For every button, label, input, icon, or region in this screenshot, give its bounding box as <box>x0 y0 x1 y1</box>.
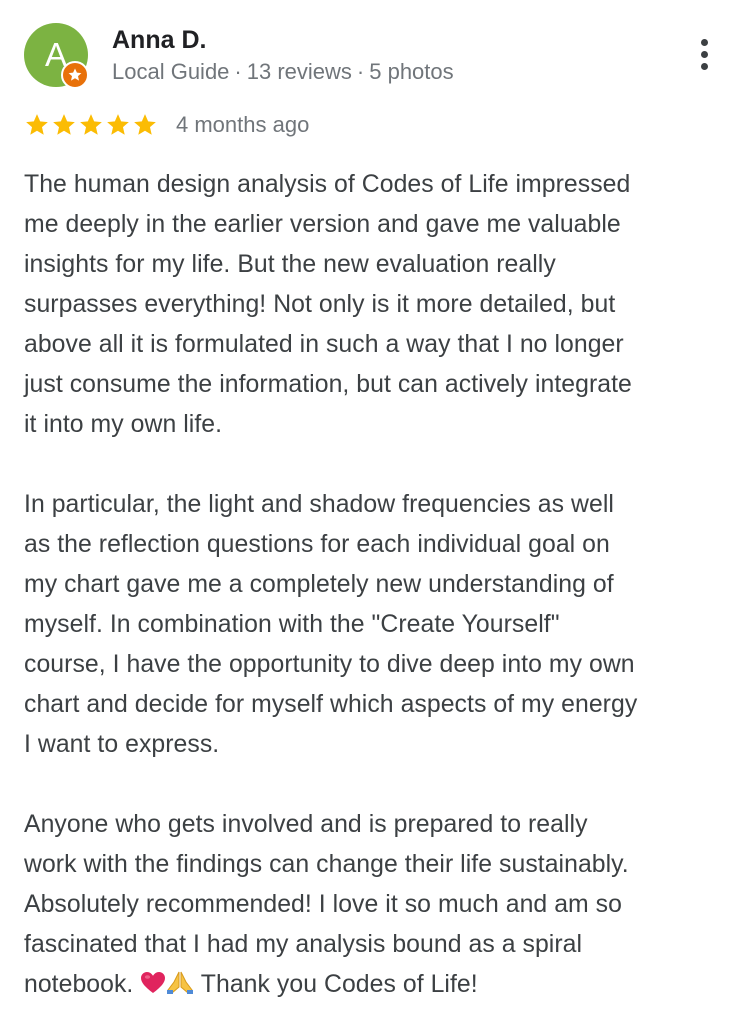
reviewer-meta: Local Guide · 13 reviews · 5 photos <box>112 57 454 87</box>
meta-separator: · <box>234 59 242 84</box>
star-rating <box>24 112 159 138</box>
review-line: Absolutely recommended! I love it so muc… <box>24 891 622 918</box>
review-line: insights for my life. But the new evalua… <box>24 251 556 278</box>
review-line: me deeply in the earlier version and gav… <box>24 211 621 238</box>
review-count: 13 reviews <box>246 59 352 84</box>
review-time: 4 months ago <box>176 112 310 137</box>
meta-separator: · <box>356 59 365 84</box>
review-line: chart and decide for myself which aspect… <box>24 691 638 718</box>
review-line: as the reflection questions for each ind… <box>24 531 610 558</box>
more-options-button[interactable] <box>688 34 722 74</box>
review-line: fascinated that I had my analysis bound … <box>24 931 583 958</box>
review-line: I want to express. <box>24 731 220 758</box>
review-line: course, I have the opportunity to dive d… <box>24 651 635 678</box>
review-line: myself. In combination with the "Create … <box>24 611 560 638</box>
review-line-last: notebook. Thank you Codes of Life! <box>24 965 728 1005</box>
review-line: my chart gave me a completely new unders… <box>24 571 614 598</box>
review-line: In particular, the light and shadow freq… <box>24 491 614 518</box>
review-line: The human design analysis of Codes of Li… <box>24 171 631 198</box>
review-line: above all it is formulated in such a way… <box>24 331 624 358</box>
local-guide-star-icon <box>68 68 82 81</box>
star-icon <box>26 114 48 135</box>
reviewer-name[interactable]: Anna D. <box>112 23 206 57</box>
review-line: surpasses everything! Not only is it mor… <box>24 291 616 318</box>
review-line: Anyone who gets involved and is prepared… <box>24 811 588 838</box>
star-icon <box>53 114 75 135</box>
star-icon <box>80 114 102 135</box>
review-text: The human design analysis of Codes of Li… <box>24 165 728 1005</box>
review-line-end: Thank you Codes of Life! <box>194 971 478 998</box>
review-line-start: notebook. <box>24 971 141 998</box>
local-guide-label: Local Guide <box>112 59 230 84</box>
star-icon <box>107 114 129 135</box>
folded-hands-icon <box>166 968 194 1008</box>
review-card: A Anna D. Local Guide · 13 reviews · 5 photo… <box>0 0 752 1016</box>
photo-count: 5 photos <box>369 59 454 84</box>
review-line: just consume the information, but can ac… <box>24 371 632 398</box>
red-heart-icon <box>140 968 166 1008</box>
star-icon <box>134 114 156 135</box>
local-guide-badge-icon <box>61 61 89 89</box>
review-line: it into my own life. <box>24 411 223 438</box>
review-line: work with the findings can change their … <box>24 851 629 878</box>
